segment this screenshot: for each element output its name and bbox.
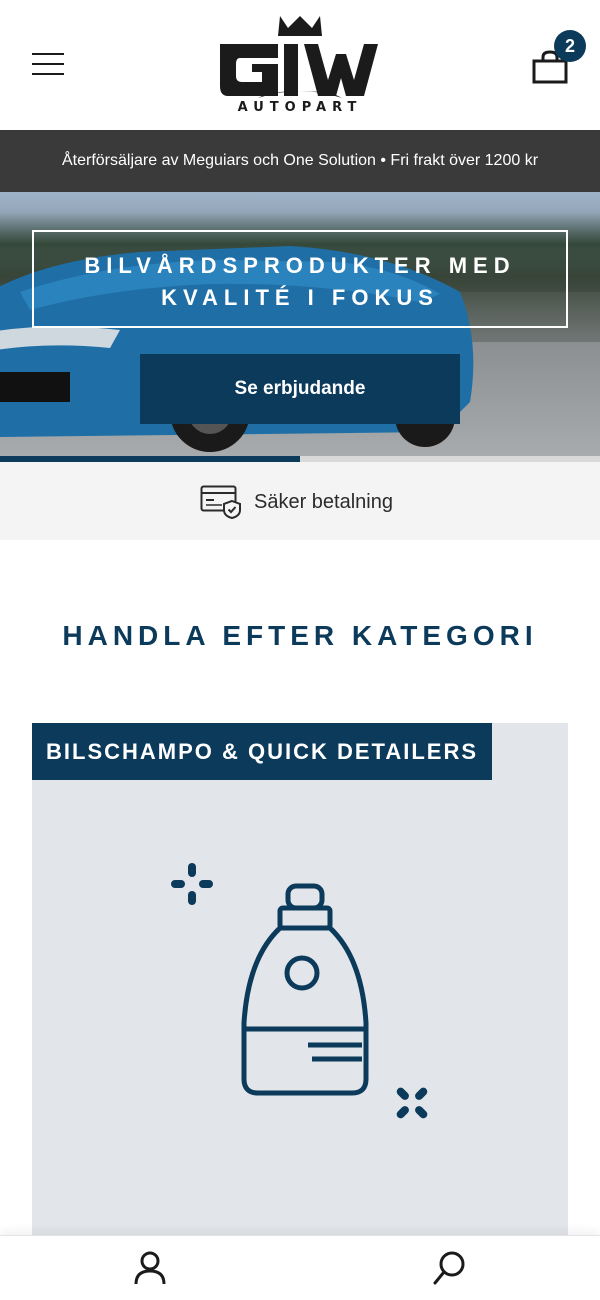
cart-button[interactable]: 2 bbox=[530, 30, 586, 86]
logo-wordmark: AUTOPART bbox=[237, 100, 363, 115]
hamburger-line bbox=[32, 53, 64, 55]
bottom-navigation-bar bbox=[0, 1235, 600, 1300]
secure-card-icon bbox=[200, 485, 241, 519]
hero-headline-line1: BILVÅRDSPRODUKTER MED bbox=[84, 253, 516, 278]
site-header: AUTOPART 2 bbox=[0, 0, 600, 130]
user-icon bbox=[134, 1251, 166, 1285]
see-offer-button[interactable]: Se erbjudande bbox=[140, 354, 460, 424]
secure-payment-label: Säker betalning bbox=[254, 490, 393, 513]
shampoo-bottle-icon bbox=[171, 863, 428, 1119]
announcement-bar: Återförsäljare av Meguiars och One Solut… bbox=[0, 130, 600, 192]
category-section-heading: HANDLA EFTER KATEGORI bbox=[62, 620, 538, 651]
category-card-label: BILSCHAMPO & QUICK DETAILERS bbox=[32, 723, 493, 780]
hamburger-menu-button[interactable] bbox=[32, 53, 64, 77]
search-icon bbox=[433, 1251, 465, 1285]
hero-headline-line2: KVALITÉ I FOKUS bbox=[161, 285, 439, 310]
site-logo[interactable]: AUTOPART bbox=[218, 14, 382, 118]
category-card-shampoo[interactable]: BILSCHAMPO & QUICK DETAILERS bbox=[32, 723, 568, 1243]
account-button[interactable] bbox=[132, 1250, 168, 1286]
hero-headline: BILVÅRDSPRODUKTER MED KVALITÉ I FOKUS bbox=[34, 250, 566, 314]
hamburger-line bbox=[32, 73, 64, 75]
hero-headline-box: BILVÅRDSPRODUKTER MED KVALITÉ I FOKUS bbox=[32, 230, 568, 328]
search-button[interactable] bbox=[432, 1250, 468, 1286]
cart-count-badge: 2 bbox=[554, 30, 586, 62]
trust-bar: Säker betalning bbox=[0, 462, 600, 540]
crown-logo-icon bbox=[220, 16, 378, 98]
hamburger-line bbox=[32, 63, 64, 65]
hero-banner: BILVÅRDSPRODUKTER MED KVALITÉ I FOKUS Se… bbox=[0, 192, 600, 456]
